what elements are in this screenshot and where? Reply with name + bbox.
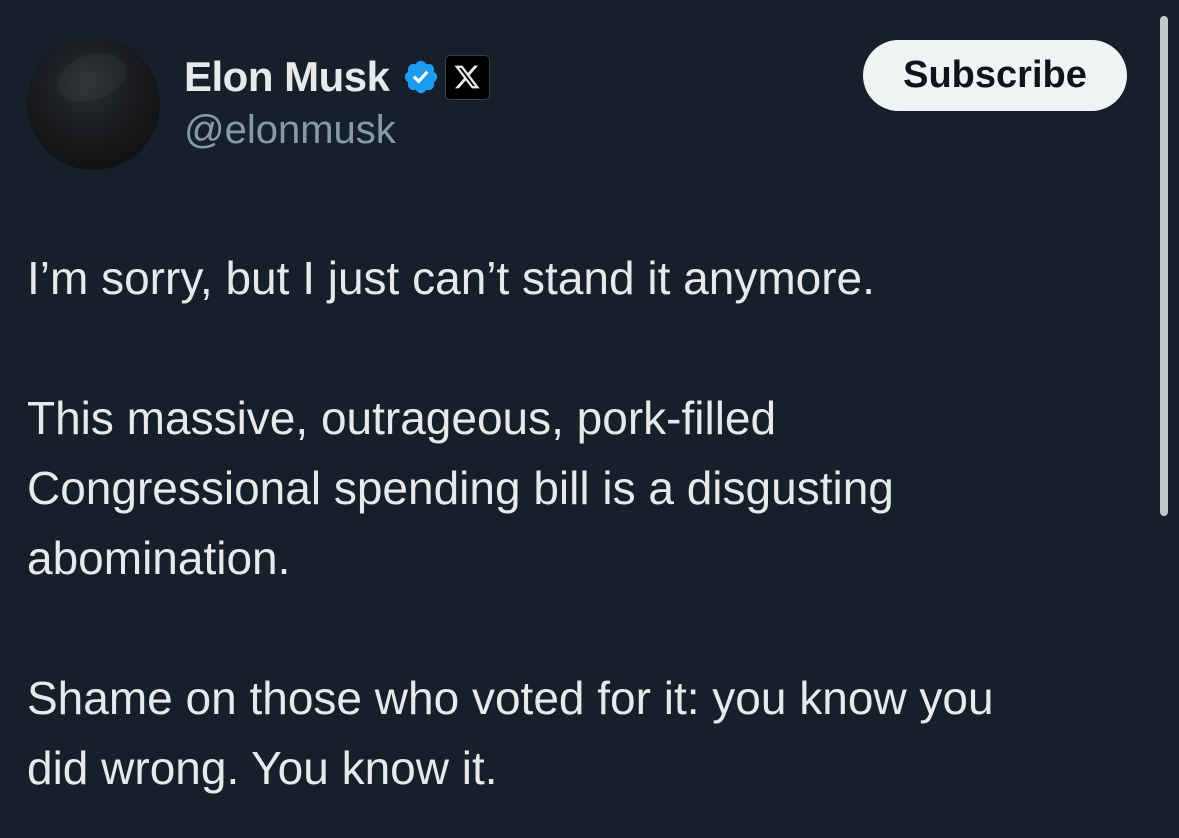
- author-display-name[interactable]: Elon Musk: [184, 53, 390, 101]
- tweet-paragraph: Shame on those who voted for it: you kno…: [27, 663, 994, 803]
- tweet-paragraph: This massive, outrageous, pork-filled Co…: [27, 383, 894, 593]
- tweet-line: I’m sorry, but I just can’t stand it any…: [27, 252, 875, 304]
- verified-badge-icon[interactable]: [402, 58, 440, 96]
- x-logo-icon[interactable]: [444, 54, 490, 100]
- scrollbar[interactable]: [1160, 16, 1168, 516]
- author-handle[interactable]: @elonmusk: [184, 108, 396, 153]
- avatar[interactable]: [27, 37, 160, 170]
- tweet-paragraph: I’m sorry, but I just can’t stand it any…: [27, 243, 875, 313]
- tweet-line: abomination.: [27, 532, 291, 584]
- tweet-line: This massive, outrageous, pork-filled: [27, 392, 777, 444]
- subscribe-button[interactable]: Subscribe: [863, 40, 1127, 111]
- tweet-line: did wrong. You know it.: [27, 742, 498, 794]
- tweet-line: Congressional spending bill is a disgust…: [27, 462, 894, 514]
- author-name-row: Elon Musk: [184, 52, 490, 102]
- tweet-line: Shame on those who voted for it: you kno…: [27, 672, 994, 724]
